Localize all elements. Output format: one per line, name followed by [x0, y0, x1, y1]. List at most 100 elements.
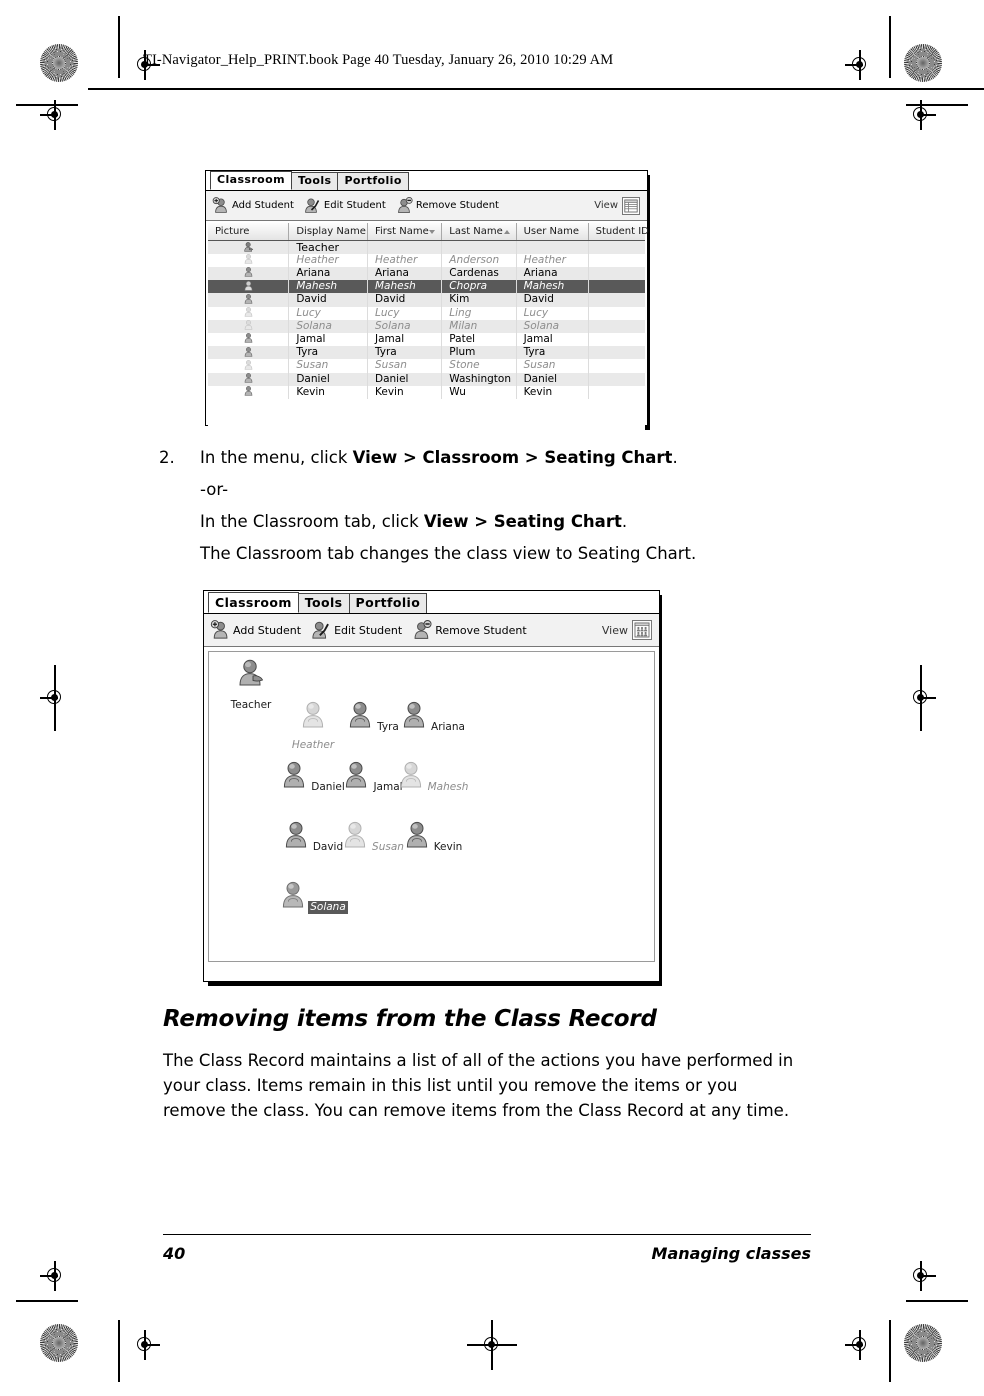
cell-student-id	[588, 346, 645, 360]
table-row[interactable]: Ariana Ariana Cardenas Ariana	[208, 266, 645, 281]
seat-label-teacher: Teacher	[230, 699, 272, 711]
cell-user-name: Daniel	[516, 372, 589, 386]
column-header-picture[interactable]: Picture	[208, 223, 290, 241]
cell-first-name: Tyra	[367, 346, 443, 360]
cell-display-name: Teacher	[288, 240, 368, 254]
cell-user-name: Tyra	[516, 346, 589, 360]
cell-first-name: David	[367, 293, 443, 307]
seating-chart-view-icon[interactable]	[632, 620, 652, 640]
edit-student-button-seating[interactable]: Edit Student	[311, 620, 402, 640]
seat-label-kevin: Kevin	[433, 841, 463, 853]
table-row[interactable]: Jamal Jamal Patel Jamal	[208, 332, 645, 347]
step-2-line-1-pre: In the menu, click	[200, 448, 353, 467]
list-view-icon[interactable]	[622, 196, 640, 215]
seat-mahesh[interactable]: Mahesh	[395, 760, 471, 795]
tab-classroom-seating[interactable]: Classroom	[208, 592, 299, 613]
cell-display-name: Kevin	[288, 385, 368, 399]
row-picture-icon	[208, 385, 290, 399]
student-avatar-icon	[396, 761, 426, 794]
seat-kevin[interactable]: Kevin	[395, 820, 471, 855]
remove-student-icon	[396, 197, 413, 214]
student-avatar-icon	[281, 821, 311, 854]
table-row[interactable]: Heather Heather Anderson Heather	[208, 253, 645, 267]
table-row[interactable]: Kevin Kevin Wu Kevin	[208, 385, 645, 399]
column-header-student-id[interactable]: Student ID	[588, 223, 649, 241]
cell-student-id	[588, 385, 645, 399]
cell-first-name: Lucy	[367, 306, 443, 320]
seat-label-ariana: Ariana	[431, 721, 465, 733]
step-2-line-1-post: .	[672, 448, 678, 467]
table-row[interactable]: Daniel Daniel Washington Daniel	[208, 372, 645, 386]
cell-first-name: Mahesh	[367, 280, 443, 294]
cell-first-name: Ariana	[367, 266, 443, 281]
view-control-seating[interactable]: View	[602, 620, 652, 640]
remove-student-button-seating[interactable]: Remove Student	[412, 620, 527, 640]
column-header-user-name[interactable]: User Name	[516, 223, 589, 241]
student-avatar-icon	[279, 761, 309, 794]
column-label-last-name: Last Name	[449, 225, 503, 237]
table-row[interactable]: David David Kim David	[208, 293, 645, 307]
tab-portfolio[interactable]: Portfolio	[337, 172, 409, 190]
column-label-first-name: First Name	[375, 225, 429, 237]
cell-first-name: Solana	[367, 319, 443, 333]
step-2-line-1: In the menu, click View > Classroom > Se…	[200, 448, 678, 468]
table-row[interactable]: Tyra Tyra Plum Tyra	[208, 346, 645, 360]
table-row[interactable]: Teacher	[208, 240, 645, 254]
seating-view-toolbar: Add Student Edit Student Remove Student …	[204, 614, 659, 647]
cell-display-name: Lucy	[288, 306, 368, 320]
tab-portfolio-seating[interactable]: Portfolio	[348, 593, 428, 613]
tab-classroom[interactable]: Classroom	[210, 171, 292, 190]
step-2-line-2-bold: View > Seating Chart	[423, 512, 622, 531]
table-row[interactable]: Solana Solana Milan Solana	[208, 319, 645, 333]
step-2-number: 2.	[159, 448, 175, 467]
add-student-button-seating[interactable]: Add Student	[210, 620, 301, 640]
table-row[interactable]: Susan Susan Stone Susan	[208, 359, 645, 373]
add-student-button[interactable]: Add Student	[212, 197, 294, 214]
cell-user-name: Jamal	[516, 332, 589, 347]
student-avatar-icon	[345, 701, 375, 734]
cell-first-name: Heather	[367, 253, 443, 267]
table-row[interactable]: Mahesh Mahesh Chopra Mahesh	[208, 280, 645, 294]
edit-student-button[interactable]: Edit Student	[304, 197, 386, 214]
cell-student-id	[588, 306, 645, 320]
row-picture-icon	[208, 253, 290, 267]
tab-tools[interactable]: Tools	[290, 172, 339, 190]
cell-student-id	[588, 372, 645, 386]
cell-last-name: Wu	[441, 385, 517, 399]
seat-label-mahesh: Mahesh	[427, 781, 469, 793]
footer-section-name: Managing classes	[651, 1244, 811, 1263]
seating-chart-pane[interactable]: Teacher Heather Tyra Ariana Daniel Jamal Mahe…	[208, 651, 655, 962]
teacher-avatar-icon	[235, 659, 267, 694]
seat-ariana[interactable]: Ariana	[395, 700, 471, 735]
cell-last-name: Ling	[441, 306, 517, 320]
cell-last-name: Plum	[441, 346, 517, 360]
row-picture-icon	[208, 359, 290, 373]
cell-user-name: Solana	[516, 319, 589, 333]
cell-user-name: Heather	[516, 253, 589, 267]
remove-student-button[interactable]: Remove Student	[396, 197, 499, 214]
column-header-display-name[interactable]: Display Name	[288, 223, 368, 241]
step-2-line-1-bold: View > Classroom > Seating Chart	[352, 448, 673, 467]
row-picture-icon	[208, 280, 290, 294]
list-view-tabstrip: Classroom Tools Portfolio	[206, 171, 647, 191]
view-control-list[interactable]: View	[594, 196, 640, 215]
add-student-icon	[210, 620, 230, 640]
column-header-first-name[interactable]: First Name	[367, 223, 443, 241]
seat-solana[interactable]: Solana	[275, 880, 351, 915]
cell-student-id	[588, 253, 645, 267]
cell-last-name	[441, 240, 517, 254]
column-label-picture: Picture	[215, 225, 250, 237]
column-header-last-name[interactable]: Last Name	[441, 223, 517, 241]
row-picture-icon	[208, 319, 290, 333]
add-student-icon	[212, 197, 229, 214]
tab-tools-seating[interactable]: Tools	[297, 593, 350, 613]
cell-display-name: Ariana	[288, 266, 368, 281]
table-row[interactable]: Lucy Lucy Ling Lucy	[208, 306, 645, 320]
cell-first-name: Susan	[367, 359, 443, 373]
step-2-line-2-pre: In the Classroom tab, click	[200, 512, 424, 531]
student-avatar-icon	[402, 821, 432, 854]
cell-student-id	[588, 359, 645, 373]
section-body: The Class Record maintains a list of all…	[163, 1051, 794, 1120]
student-avatar-icon	[278, 881, 308, 914]
cell-last-name: Washington	[441, 372, 517, 386]
